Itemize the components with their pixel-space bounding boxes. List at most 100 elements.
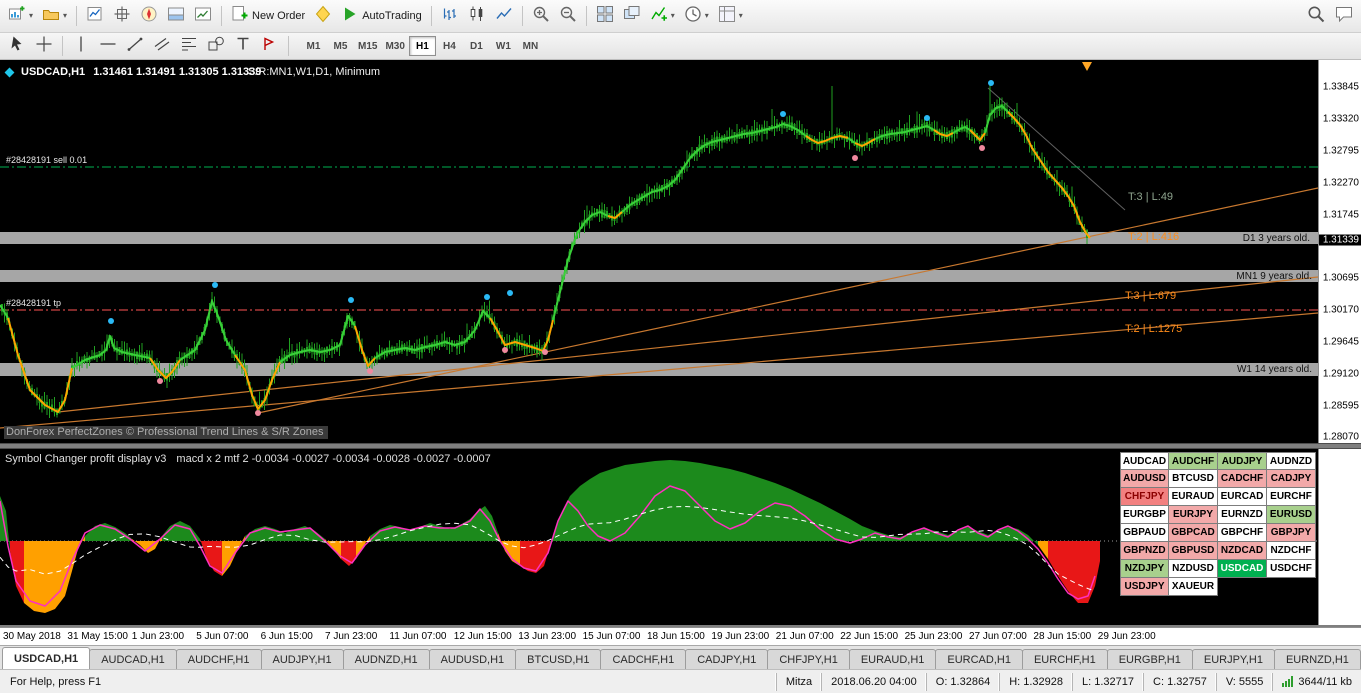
tile-windows-button[interactable] xyxy=(592,4,618,29)
symbol-cell-usdjpy[interactable]: USDJPY xyxy=(1120,578,1169,596)
symbol-cell-euraud[interactable]: EURAUD xyxy=(1169,488,1218,506)
symbol-cell-cadchf[interactable]: CADCHF xyxy=(1218,470,1267,488)
templates-button[interactable]: ▾ xyxy=(714,4,747,29)
data-window-button[interactable] xyxy=(109,4,135,29)
hline-button[interactable] xyxy=(95,34,121,59)
symbol-cell-eurusd[interactable]: EURUSD xyxy=(1267,506,1316,524)
symbol-cell-btcusd[interactable]: BTCUSD xyxy=(1169,470,1218,488)
cascade-icon xyxy=(623,5,641,28)
chart-line-button[interactable] xyxy=(491,4,517,29)
symbol-cell-eurcad[interactable]: EURCAD xyxy=(1218,488,1267,506)
symbol-cell-cadjpy[interactable]: CADJPY xyxy=(1267,470,1316,488)
symbol-cell-gbpaud[interactable]: GBPAUD xyxy=(1120,524,1169,542)
market-watch-button[interactable] xyxy=(82,4,108,29)
tab-euraud-h1[interactable]: EURAUD,H1 xyxy=(848,649,937,669)
navigator-button[interactable] xyxy=(136,4,162,29)
timeframe-h4-button[interactable]: H4 xyxy=(436,36,463,56)
symbol-cell-audcad[interactable]: AUDCAD xyxy=(1120,452,1169,470)
symbol-cell-eurnzd[interactable]: EURNZD xyxy=(1218,506,1267,524)
tab-audnzd-h1[interactable]: AUDNZD,H1 xyxy=(342,649,430,669)
arrow-tool-button[interactable] xyxy=(257,34,283,59)
terminal-button[interactable] xyxy=(163,4,189,29)
tab-audchf-h1[interactable]: AUDCHF,H1 xyxy=(175,649,262,669)
symbol-cell-nzdcad[interactable]: NZDCAD xyxy=(1218,542,1267,560)
hist-area xyxy=(1078,541,1088,603)
symbol-cell-gbpchf[interactable]: GBPCHF xyxy=(1218,524,1267,542)
zoom-in-button[interactable] xyxy=(528,4,554,29)
tab-eurcad-h1[interactable]: EURCAD,H1 xyxy=(935,649,1023,669)
price-chart[interactable] xyxy=(0,60,1318,443)
search-button[interactable] xyxy=(1303,4,1329,29)
tab-eurjpy-h1[interactable]: EURJPY,H1 xyxy=(1191,649,1275,669)
hist-area xyxy=(612,465,625,541)
profiles-button[interactable]: ▾ xyxy=(38,4,71,29)
tab-usdcad-h1[interactable]: USDCAD,H1 xyxy=(2,647,91,669)
tab-audcad-h1[interactable]: AUDCAD,H1 xyxy=(89,649,177,669)
symbol-cell-chfjpy[interactable]: CHFJPY xyxy=(1120,488,1169,506)
tab-chfjpy-h1[interactable]: CHFJPY,H1 xyxy=(767,649,850,669)
timeframe-w1-button[interactable]: W1 xyxy=(490,36,517,56)
symbol-cell-nzdchf[interactable]: NZDCHF xyxy=(1267,542,1316,560)
tab-cadjpy-h1[interactable]: CADJPY,H1 xyxy=(685,649,769,669)
sell-order-label: #28428191 sell 0.01 xyxy=(6,155,88,165)
new-order-button[interactable]: New Order xyxy=(227,4,309,29)
tab-eurgbp-h1[interactable]: EURGBP,H1 xyxy=(1106,649,1193,669)
symbol-cell-audjpy[interactable]: AUDJPY xyxy=(1218,452,1267,470)
timeframe-m15-button[interactable]: M15 xyxy=(354,36,381,56)
crosshair-button[interactable] xyxy=(31,34,57,59)
tab-eurchf-h1[interactable]: EURCHF,H1 xyxy=(1021,649,1108,669)
symbol-cell-nzdusd[interactable]: NZDUSD xyxy=(1169,560,1218,578)
zone-label-w1: W1 14 years old. xyxy=(1236,364,1312,375)
autotrading-button[interactable]: AutoTrading xyxy=(337,4,426,29)
panel-separator[interactable] xyxy=(0,443,1361,449)
cascade-button[interactable] xyxy=(619,4,645,29)
symbol-cell-nzdjpy[interactable]: NZDJPY xyxy=(1120,560,1169,578)
symbol-cell-audnzd[interactable]: AUDNZD xyxy=(1267,452,1316,470)
tab-btcusd-h1[interactable]: BTCUSD,H1 xyxy=(515,649,602,669)
zoom-out-button[interactable] xyxy=(555,4,581,29)
tab-audusd-h1[interactable]: AUDUSD,H1 xyxy=(428,649,517,669)
timeframe-m1-button[interactable]: M1 xyxy=(300,36,327,56)
price-axis[interactable]: 1.33845 1.33320 1.32795 1.32270 1.31745 1.306… xyxy=(1318,60,1361,627)
symbol-cell-usdchf[interactable]: USDCHF xyxy=(1267,560,1316,578)
symbol-cell-eurgbp[interactable]: EURGBP xyxy=(1120,506,1169,524)
metaeditor-button[interactable] xyxy=(310,4,336,29)
timeframe-mn-button[interactable]: MN xyxy=(517,36,544,56)
new-chart-button[interactable]: ▾ xyxy=(4,4,37,29)
shapes-button[interactable] xyxy=(203,34,229,59)
chart-bars-button[interactable] xyxy=(437,4,463,29)
timeframe-h1-button[interactable]: H1 xyxy=(408,36,436,56)
symbol-cell-gbpnzd[interactable]: GBPNZD xyxy=(1120,542,1169,560)
symbol-cell-xaueur[interactable]: XAUEUR xyxy=(1169,578,1218,596)
symbol-cell-usdcad[interactable]: USDCAD xyxy=(1218,560,1267,578)
sell-signal-dot xyxy=(367,368,373,374)
symbol-cell-gbpjpy[interactable]: GBPJPY xyxy=(1267,524,1316,542)
strategy-tester-button[interactable] xyxy=(190,4,216,29)
tab-audjpy-h1[interactable]: AUDJPY,H1 xyxy=(260,649,344,669)
symbol-cell-gbpcad[interactable]: GBPCAD xyxy=(1169,524,1218,542)
fibonacci-button[interactable] xyxy=(176,34,202,59)
toolbar-separator xyxy=(521,6,523,26)
chat-button[interactable] xyxy=(1331,4,1357,29)
symbol-cell-eurchf[interactable]: EURCHF xyxy=(1267,488,1316,506)
symbol-cell-audchf[interactable]: AUDCHF xyxy=(1169,452,1218,470)
timeframe-d1-button[interactable]: D1 xyxy=(463,36,490,56)
new-order-label: New Order xyxy=(252,10,306,22)
timeframe-m5-button[interactable]: M5 xyxy=(327,36,354,56)
tab-cadchf-h1[interactable]: CADCHF,H1 xyxy=(600,649,687,669)
chart-candles-button[interactable] xyxy=(464,4,490,29)
symbol-cell-gbpusd[interactable]: GBPUSD xyxy=(1169,542,1218,560)
text-tool-button[interactable] xyxy=(230,34,256,59)
indicators-button[interactable]: ▾ xyxy=(646,4,679,29)
symbol-cell-audusd[interactable]: AUDUSD xyxy=(1120,470,1169,488)
vline-button[interactable] xyxy=(68,34,94,59)
timeframe-m30-button[interactable]: M30 xyxy=(381,36,408,56)
trendline-button[interactable] xyxy=(122,34,148,59)
channel-button[interactable] xyxy=(149,34,175,59)
periods-button[interactable]: ▾ xyxy=(680,4,713,29)
time-axis[interactable]: 30 May 2018 31 May 15:00 1 Jun 23:00 5 Jun … xyxy=(0,627,1361,645)
time-label: 12 Jun 15:00 xyxy=(453,631,512,642)
tab-eurnzd-h1[interactable]: EURNZD,H1 xyxy=(1273,649,1361,669)
cursor-button[interactable] xyxy=(4,34,30,59)
symbol-cell-eurjpy[interactable]: EURJPY xyxy=(1169,506,1218,524)
